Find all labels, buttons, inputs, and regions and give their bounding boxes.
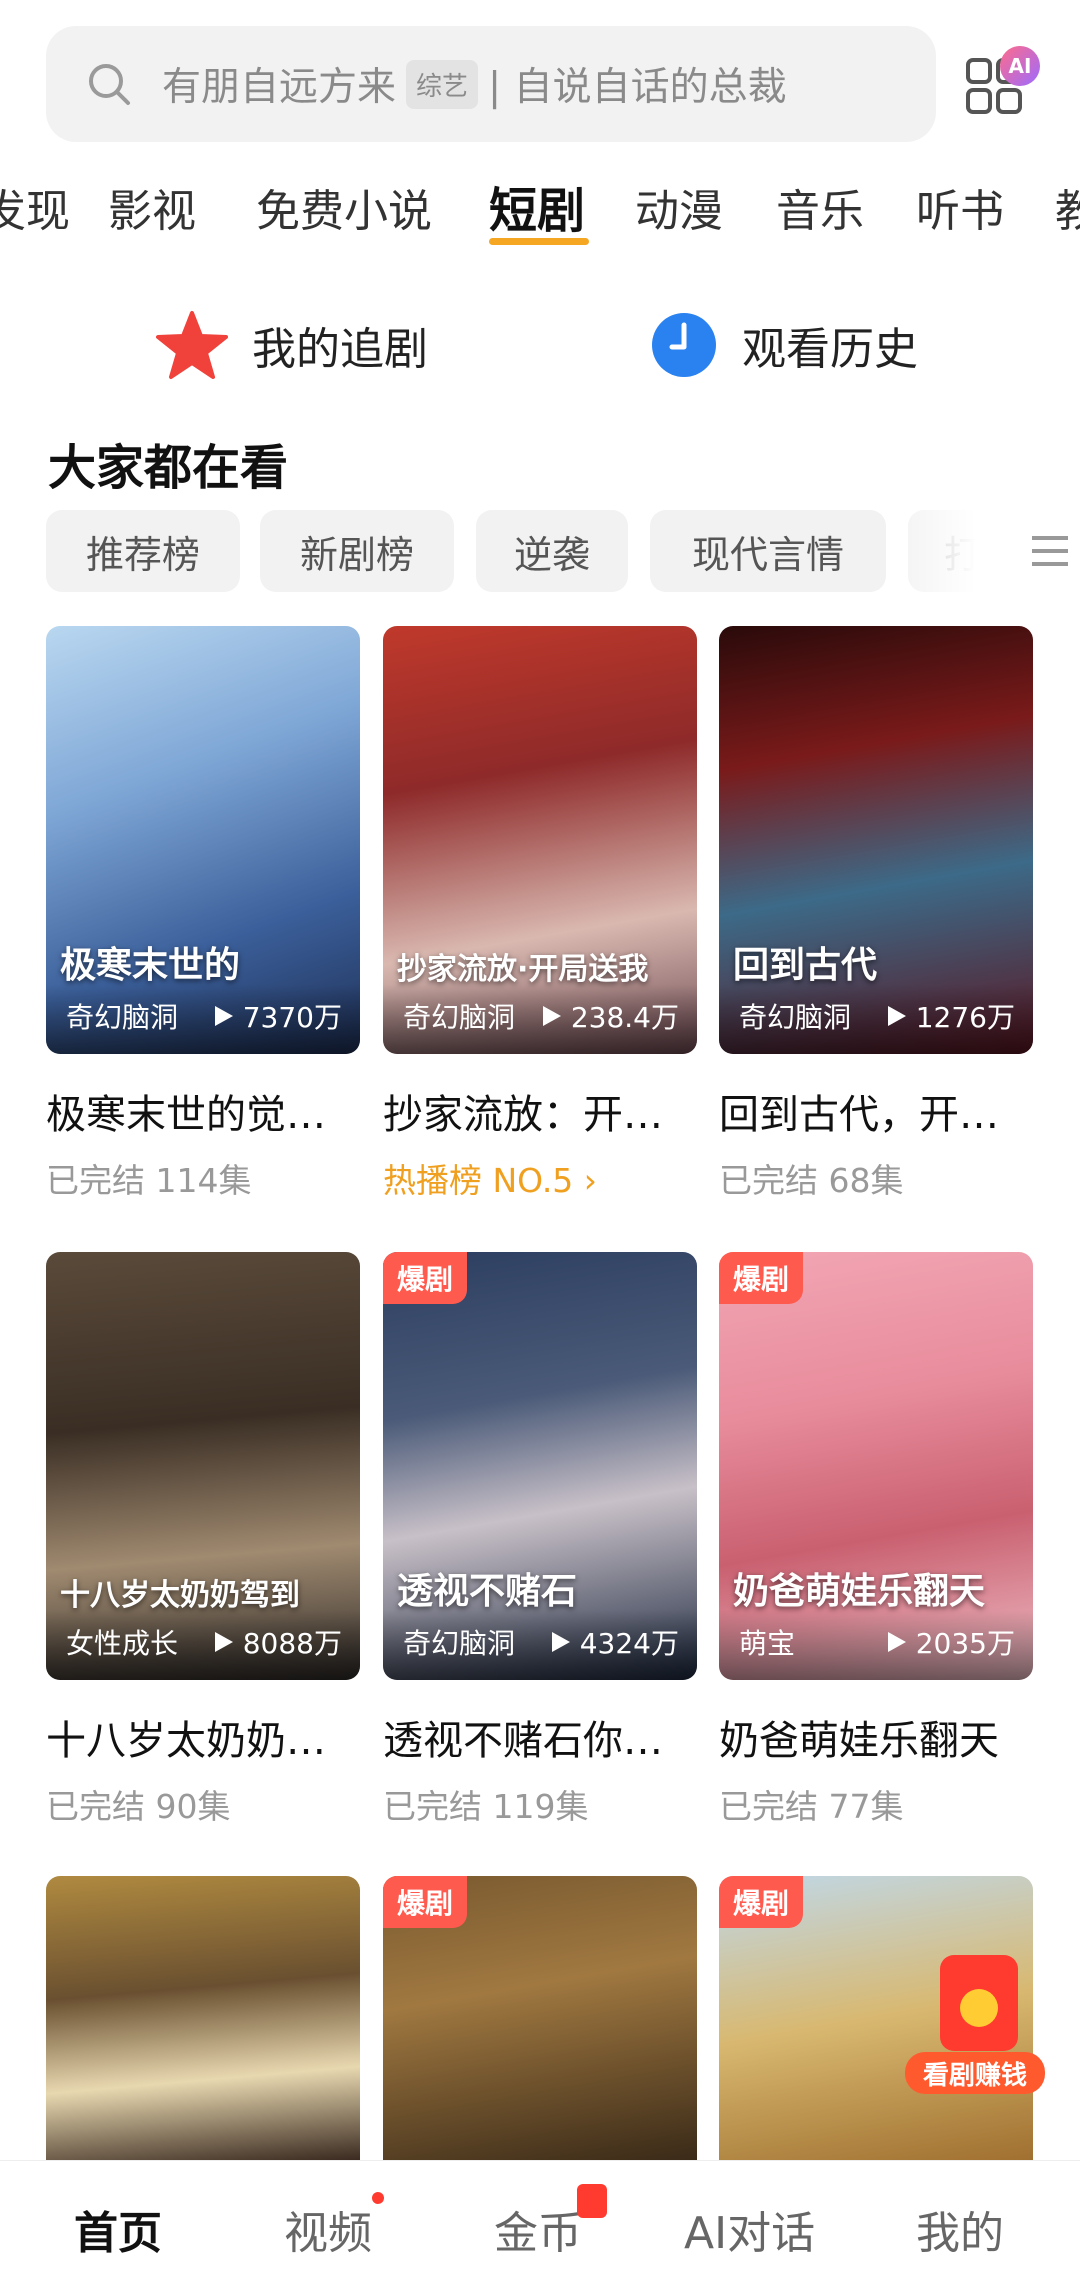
tab-education[interactable]: 教 [1055, 175, 1080, 239]
poster-title: 透视不赌石 [397, 1571, 578, 1612]
drama-meta: 已完结 114集 [46, 1161, 252, 1200]
drama-poster: 十八岁太奶奶驾到 女性成长 8088万 [46, 1252, 360, 1680]
chip-comeback[interactable]: 逆袭 [476, 510, 628, 592]
watch-history-label: 观看历史 [742, 324, 918, 375]
play-icon [887, 1632, 906, 1652]
drama-poster: 爆剧 透视不赌石 奇幻脑洞 4324万 [383, 1252, 697, 1680]
poster-title: 奶爸萌娃乐翻天 [733, 1571, 986, 1612]
tab-short-drama[interactable]: 短剧 [489, 171, 585, 241]
drama-meta: 已完结 119集 [383, 1787, 589, 1826]
play-icon [214, 1006, 233, 1026]
drama-meta: 已完结 68集 [719, 1161, 904, 1200]
bottom-nav: 首页 视频 金币 AI对话 我的 [0, 2160, 1080, 2296]
ai-badge: AI [1000, 46, 1040, 86]
coin-gift-icon [577, 2184, 607, 2218]
view-count: 238.4万 [541, 996, 679, 1036]
hot-badge: 爆剧 [383, 1876, 468, 1928]
search-bar[interactable]: 有朋自远方来 综艺 | 自说自话的总裁 [46, 26, 936, 142]
drama-card[interactable]: 十八岁太奶奶驾到 女性成长 8088万 十八岁太奶奶… 已完结 90集 [46, 1252, 360, 1828]
red-packet-icon[interactable] [940, 1955, 1018, 2051]
nav-me[interactable]: 我的 [916, 2197, 1004, 2261]
hot-badge: 爆剧 [719, 1876, 804, 1928]
drama-title: 抄家流放：开… [383, 1092, 663, 1138]
my-follow-link[interactable]: 我的追剧 [156, 305, 428, 385]
clock-icon [652, 313, 716, 377]
chip-menu-button[interactable] [906, 510, 1080, 592]
menu-icon [1032, 536, 1068, 566]
poster-title: 十八岁太奶奶驾到 [60, 1578, 300, 1613]
tab-discover[interactable]: 发现 [0, 175, 70, 239]
drama-meta: 已完结 77集 [719, 1787, 904, 1826]
view-count: 8088万 [213, 1622, 342, 1662]
drama-card[interactable]: 爆剧 透视不赌石 奇幻脑洞 4324万 透视不赌石你… 已完结 119集 [383, 1252, 697, 1828]
genre-label: 奇幻脑洞 [66, 1001, 179, 1034]
hot-badge: 爆剧 [719, 1252, 804, 1304]
filter-chips: 推荐榜 新剧榜 逆袭 现代言情 打 [46, 510, 1080, 592]
drama-poster: 抄家流放·开局送我 奇幻脑洞 238.4万 [383, 626, 697, 1054]
tab-free-novel[interactable]: 免费小说 [256, 175, 432, 239]
tab-film[interactable]: 影视 [108, 175, 196, 239]
drama-meta: 已完结 90集 [46, 1787, 231, 1826]
rank-link[interactable]: 热播榜 NO.5 › [383, 1154, 697, 1202]
drama-card[interactable]: 爆剧 奶爸萌娃乐翻天 萌宝 2035万 奶爸萌娃乐翻天 已完结 77集 [719, 1252, 1033, 1828]
tab-music[interactable]: 音乐 [776, 175, 864, 239]
drama-poster [46, 1876, 360, 2160]
poster-title: 回到古代 [733, 945, 878, 986]
poster-title: 极寒末世的 [60, 945, 241, 986]
chip-romance[interactable]: 现代言情 [650, 510, 886, 592]
view-count: 2035万 [886, 1622, 1015, 1662]
nav-coins[interactable]: 金币 [494, 2197, 582, 2261]
drama-poster: 爆剧 奶爸萌娃乐翻天 萌宝 2035万 [719, 1252, 1033, 1680]
poster-title: 抄家流放·开局送我 [397, 952, 649, 987]
tab-audiobook[interactable]: 听书 [916, 175, 1004, 239]
genre-label: 奇幻脑洞 [739, 1001, 852, 1034]
drama-card[interactable] [46, 1876, 360, 2160]
genre-label: 女性成长 [66, 1627, 179, 1660]
genre-label: 奇幻脑洞 [403, 1001, 516, 1034]
drama-card[interactable]: 爆剧 [383, 1876, 697, 2160]
section-title: 大家都在看 [48, 440, 289, 496]
drama-poster: 极寒末世的 奇幻脑洞 7370万 [46, 626, 360, 1054]
my-follow-label: 我的追剧 [252, 324, 428, 375]
drama-card[interactable]: 回到古代 奇幻脑洞 1276万 回到古代，开… 已完结 68集 [719, 626, 1033, 1202]
chip-new[interactable]: 新剧榜 [260, 510, 454, 592]
drama-card[interactable]: 抄家流放·开局送我 奇幻脑洞 238.4万 抄家流放：开… 热播榜 NO.5 › [383, 626, 697, 1202]
genre-label: 奇幻脑洞 [403, 1627, 516, 1660]
play-icon [551, 1632, 570, 1652]
nav-home[interactable]: 首页 [74, 2197, 162, 2261]
drama-poster: 回到古代 奇幻脑洞 1276万 [719, 626, 1033, 1054]
view-count: 1276万 [886, 996, 1015, 1036]
hot-badge: 爆剧 [383, 1252, 468, 1304]
drama-title: 奶爸萌娃乐翻天 [719, 1718, 999, 1764]
play-icon [214, 1632, 233, 1652]
play-icon [542, 1006, 561, 1026]
drama-poster: 爆剧 [383, 1876, 697, 2160]
drama-title: 十八岁太奶奶… [46, 1718, 326, 1764]
genre-label: 萌宝 [739, 1627, 796, 1660]
watch-earn-button[interactable]: 看剧赚钱 [905, 2052, 1045, 2094]
search-tag: 综艺 [406, 59, 479, 109]
drama-title: 极寒末世的觉… [46, 1092, 326, 1138]
star-icon [156, 311, 228, 379]
drama-title: 透视不赌石你… [383, 1718, 663, 1764]
nav-video[interactable]: 视频 [284, 2197, 372, 2261]
play-icon [887, 1006, 906, 1026]
drama-card[interactable]: 极寒末世的 奇幻脑洞 7370万 极寒末世的觉… 已完结 114集 [46, 626, 360, 1202]
active-tab-indicator [489, 238, 589, 245]
search-placeholder: 有朋自远方来 [162, 65, 397, 110]
notification-dot [372, 2192, 384, 2204]
chip-recommend[interactable]: 推荐榜 [46, 510, 240, 592]
tab-anime[interactable]: 动漫 [635, 175, 723, 239]
drama-title: 回到古代，开… [719, 1092, 999, 1138]
view-count: 7370万 [213, 996, 342, 1036]
nav-ai-chat[interactable]: AI对话 [684, 2197, 815, 2261]
search-icon [89, 64, 130, 105]
view-count: 4324万 [550, 1622, 679, 1662]
watch-history-link[interactable]: 观看历史 [650, 305, 918, 385]
search-placeholder-suffix: | 自说自话的总裁 [488, 65, 787, 110]
